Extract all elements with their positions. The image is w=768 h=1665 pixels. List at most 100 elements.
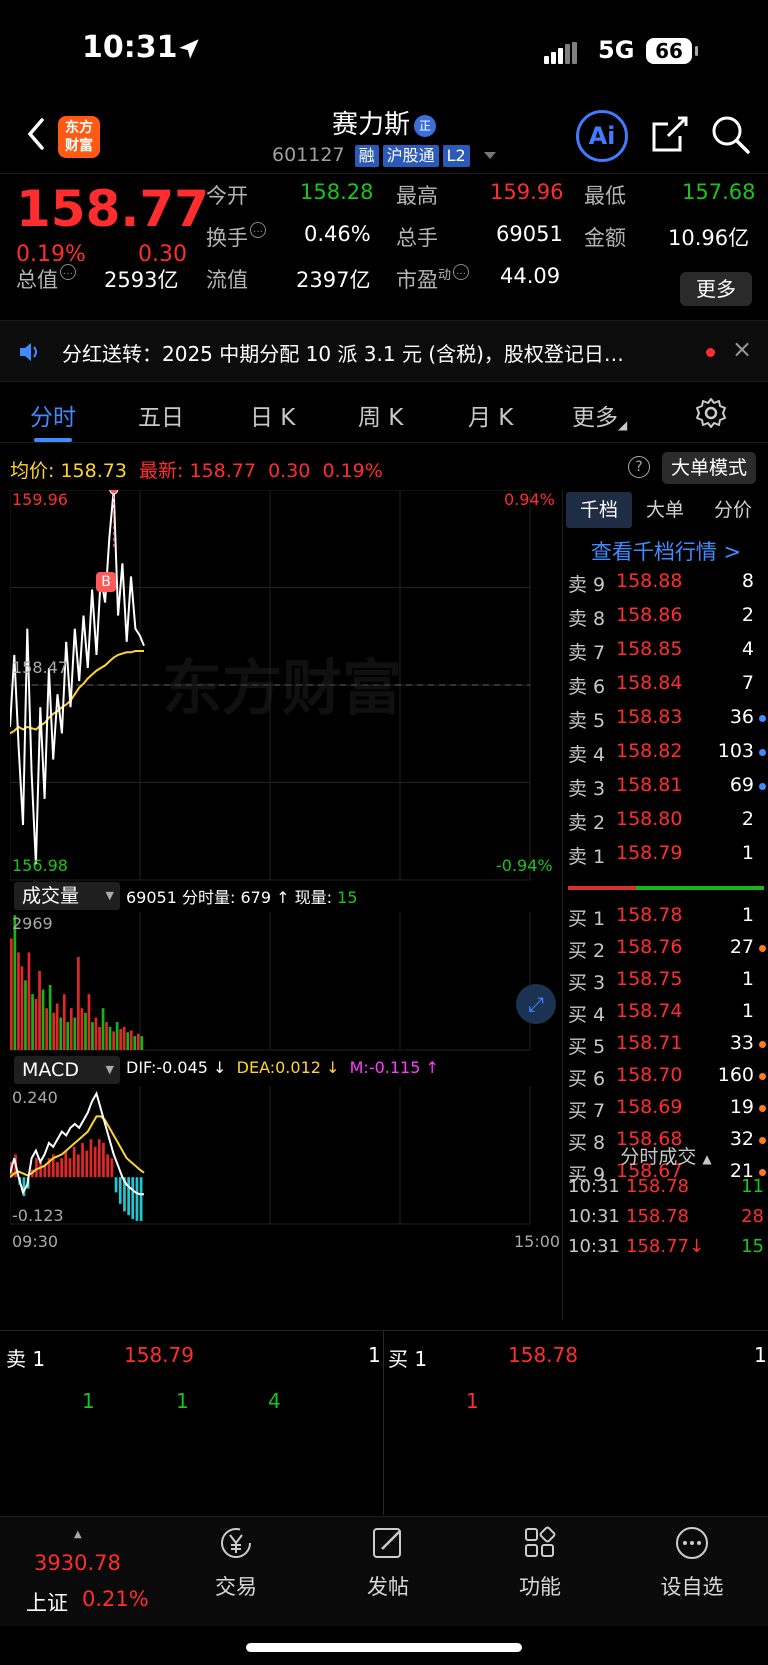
nav-post-label: 发帖 — [367, 1575, 409, 1599]
macd-hist-bar — [39, 1162, 42, 1178]
volume-bar — [13, 915, 17, 1050]
macd-hist-bar — [85, 1150, 89, 1178]
bid-price: 158.69 — [616, 1096, 683, 1118]
tab-price-split[interactable]: 分价 — [700, 492, 766, 528]
low-value: 157.68 — [682, 180, 756, 204]
info-icon[interactable]: … — [60, 264, 76, 280]
latest-value: 158.77 — [189, 460, 256, 482]
volume-selector[interactable]: 成交量 ▼ — [14, 882, 120, 910]
bid-row[interactable]: 买 3 158.75 1 — [564, 964, 768, 996]
volume-total: 69051 — [126, 888, 177, 907]
nav-post[interactable]: 发帖 — [328, 1525, 448, 1601]
ask-row[interactable]: 卖 1 158.79 1 — [564, 838, 768, 870]
turnover-label: 换手 — [206, 226, 248, 250]
ask-price: 158.80 — [616, 808, 683, 830]
nav-functions[interactable]: 功能 — [480, 1525, 600, 1601]
ask-row[interactable]: 卖 6 158.84 7 — [564, 668, 768, 700]
bid-row[interactable]: 买 5 158.71 33 — [564, 1028, 768, 1060]
tab-daily-k[interactable]: 日 K — [250, 398, 295, 432]
bid-row[interactable]: 买 4 158.74 1 — [564, 996, 768, 1028]
tab-thousand-level[interactable]: 千档 — [566, 492, 632, 528]
ask-row[interactable]: 卖 9 158.88 8 — [564, 566, 768, 598]
tab-big-order[interactable]: 大单 — [632, 492, 698, 528]
bid-qty: 160 — [717, 1064, 754, 1086]
sell1-price: 158.79 — [124, 1343, 194, 1367]
bid-level-label: 买 2 — [568, 940, 606, 962]
tab-five-day[interactable]: 五日 — [138, 398, 184, 432]
ask-row[interactable]: 卖 7 158.85 4 — [564, 634, 768, 666]
tab-divider — [0, 442, 768, 443]
grid-apps-icon — [525, 1526, 556, 1557]
turnover-field: 换手… — [206, 222, 266, 252]
trades-title[interactable]: 分时成交 ▲ — [564, 1142, 768, 1169]
order-dot-icon — [759, 1169, 766, 1176]
buy-marker-icon[interactable]: B — [96, 572, 116, 592]
mktcap-value: 2593亿 — [104, 268, 179, 292]
bid-level-label: 买 7 — [568, 1100, 606, 1122]
bid-qty: 27 — [729, 936, 754, 958]
tab-intraday[interactable]: 分时 — [30, 398, 76, 442]
macd-min-label: -0.123 — [12, 1206, 64, 1225]
ask-row[interactable]: 卖 4 158.82 103 — [564, 736, 768, 768]
high-label: 最高 — [396, 184, 438, 208]
volume-bar — [129, 1030, 133, 1050]
ask-level-label: 卖 7 — [568, 642, 606, 664]
tab-monthly-k[interactable]: 月 K — [468, 398, 513, 432]
caret-down-icon — [483, 152, 496, 159]
info-icon[interactable]: … — [250, 222, 266, 238]
trade-qty: 11 — [741, 1176, 764, 1197]
tag-hk-connect: 沪股通 — [382, 145, 439, 167]
ai-button[interactable]: Ai — [576, 110, 628, 162]
nav-trade[interactable]: 交易 — [176, 1525, 296, 1601]
panel-divider — [562, 490, 563, 1320]
macd-selector[interactable]: MACD ▼ — [14, 1056, 120, 1084]
volume-bar — [126, 1032, 130, 1050]
trade-yen-icon — [221, 1528, 251, 1558]
nav-add-watchlist-label: 设自选 — [660, 1575, 724, 1599]
volume-bar — [62, 994, 66, 1050]
help-icon[interactable]: ? — [628, 456, 650, 478]
big-order-mode-button[interactable]: 大单模式 — [662, 452, 756, 484]
volume-label: 总手 — [396, 226, 438, 250]
bid-row[interactable]: 买 2 158.76 27 — [564, 932, 768, 964]
nav-add-watchlist[interactable]: 设自选 — [632, 1525, 752, 1601]
volume-bar — [77, 957, 80, 1050]
sell-queue-item: 1 — [176, 1389, 189, 1413]
battery-icon: 66 — [646, 38, 698, 64]
close-icon[interactable]: × — [732, 335, 752, 363]
pct-label-top: 0.94% — [504, 490, 555, 509]
volume-bar — [122, 1026, 126, 1050]
info-icon[interactable]: … — [453, 264, 470, 280]
trade-time: 10:31 — [568, 1206, 620, 1227]
search-icon[interactable] — [708, 112, 752, 156]
edit-post-icon — [373, 1528, 401, 1558]
volume-bar — [34, 998, 38, 1050]
caret-down-icon: ▼ — [105, 1063, 114, 1076]
expand-icon[interactable]: ⤢ — [516, 984, 556, 1024]
tab-weekly-k[interactable]: 周 K — [358, 398, 403, 432]
stock-code-line[interactable]: 601127 融沪股通 L2 — [272, 144, 496, 167]
share-icon[interactable] — [648, 112, 692, 156]
volume-bar — [98, 1026, 101, 1050]
bid-row[interactable]: 买 6 158.70 160 — [564, 1060, 768, 1092]
view-thousand-level-link[interactable]: 查看千档行情 > — [564, 536, 768, 566]
float-label: 流值 — [206, 268, 248, 292]
ask-row[interactable]: 卖 3 158.81 69 — [564, 770, 768, 802]
more-button[interactable]: 更多 — [680, 272, 752, 306]
bid-row[interactable]: 买 7 158.69 19 — [564, 1092, 768, 1124]
home-indicator[interactable] — [246, 1643, 522, 1652]
bid-row[interactable]: 买 1 158.78 1 — [564, 900, 768, 932]
trade-price: 158.78 — [626, 1206, 689, 1227]
ask-qty: 1 — [741, 842, 754, 864]
intraday-chart-area[interactable]: 159.96 156.98 158.47 0.94% -0.94% 东方财富 B… — [10, 490, 562, 1320]
tab-more[interactable]: 更多◢ — [572, 398, 627, 432]
gear-icon[interactable] — [694, 396, 728, 430]
now-vol-label: 现量: — [294, 888, 333, 907]
ask-row[interactable]: 卖 5 158.83 36 — [564, 702, 768, 734]
ask-row[interactable]: 卖 2 158.80 2 — [564, 804, 768, 836]
ask-row[interactable]: 卖 8 158.86 2 — [564, 600, 768, 632]
network-label: 5G — [598, 36, 635, 64]
dividend-notice[interactable]: 分红送转：2025 中期分配 10 派 3.1 元 (含税)，股权登记日… × — [0, 320, 768, 382]
macd-max-label: 0.240 — [12, 1088, 58, 1107]
float-field: 流值 — [206, 264, 248, 294]
